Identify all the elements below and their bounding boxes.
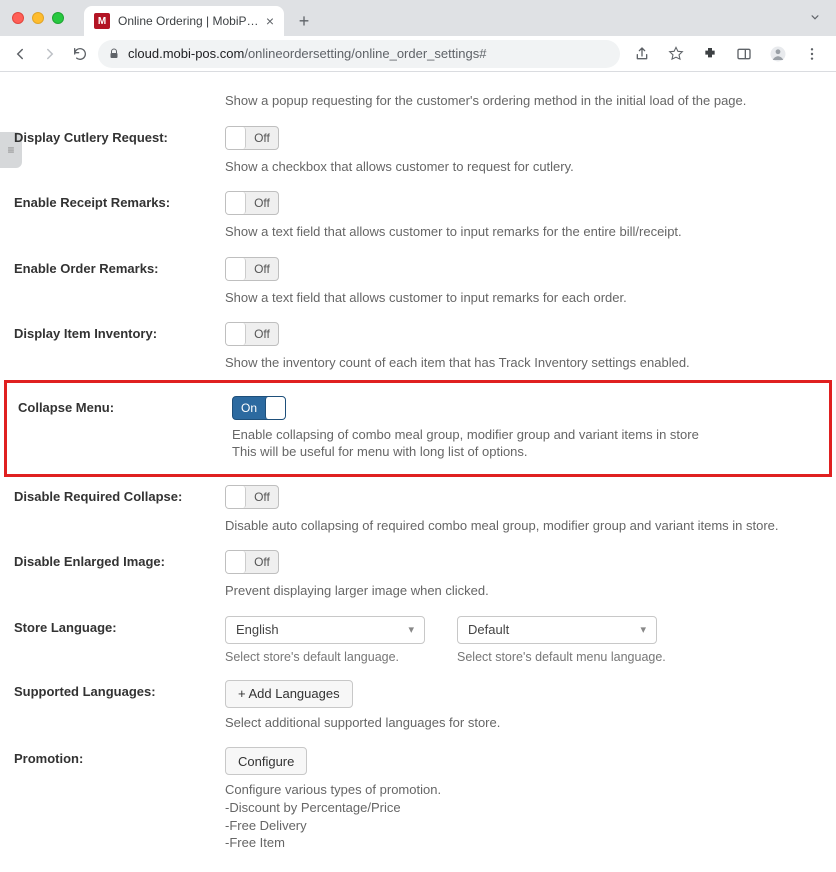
desc-display-cutlery: Show a checkbox that allows customer to … xyxy=(225,158,822,176)
window-controls xyxy=(0,0,76,36)
label-collapse-menu: Collapse Menu: xyxy=(7,396,232,415)
label-disable-enlarged-image: Disable Enlarged Image: xyxy=(0,550,225,569)
select-store-language[interactable]: English▾ xyxy=(225,616,425,644)
tab-list-chevron-icon[interactable] xyxy=(808,10,822,24)
row-disable-enlarged-image: Disable Enlarged Image: Off Prevent disp… xyxy=(0,542,836,608)
url-path: /onlineordersetting/online_order_setting… xyxy=(244,46,486,61)
row-ordering-method-popup: Show a popup requesting for the customer… xyxy=(0,78,836,118)
chevron-down-icon: ▾ xyxy=(408,623,414,636)
minimize-window-icon[interactable] xyxy=(32,12,44,24)
forward-button xyxy=(38,42,62,66)
row-supported-languages: Supported Languages: + Add Languages Sel… xyxy=(0,672,836,740)
desc-promotion: Configure various types of promotion. -D… xyxy=(225,781,822,851)
close-tab-icon[interactable]: × xyxy=(266,13,274,29)
lock-icon xyxy=(108,48,120,60)
browser-chrome: M Online Ordering | MobiPOS × + cloud.mo… xyxy=(0,0,836,72)
close-window-icon[interactable] xyxy=(12,12,24,24)
reload-button[interactable] xyxy=(68,42,92,66)
label-store-language: Store Language: xyxy=(0,616,225,635)
browser-tab[interactable]: M Online Ordering | MobiPOS × xyxy=(84,6,284,36)
tab-strip: M Online Ordering | MobiPOS × + xyxy=(0,0,836,36)
add-languages-button[interactable]: + Add Languages xyxy=(225,680,353,708)
back-button[interactable] xyxy=(8,42,32,66)
desc-disable-required-collapse: Disable auto collapsing of required comb… xyxy=(225,517,822,535)
address-bar[interactable]: cloud.mobi-pos.com/onlineordersetting/on… xyxy=(98,40,620,68)
label-receipt-remarks: Enable Receipt Remarks: xyxy=(0,191,225,210)
help-menu-language: Select store's default menu language. xyxy=(457,650,689,664)
toggle-disable-enlarged-image[interactable]: Off xyxy=(225,550,279,574)
desc-supported-languages: Select additional supported languages fo… xyxy=(225,714,822,732)
desc-collapse-menu: Enable collapsing of combo meal group, m… xyxy=(232,426,815,461)
kebab-menu-icon[interactable] xyxy=(800,42,824,66)
favicon-icon: M xyxy=(94,13,110,29)
tab-title: Online Ordering | MobiPOS xyxy=(118,14,260,28)
toggle-order-remarks[interactable]: Off xyxy=(225,257,279,281)
help-store-language: Select store's default language. xyxy=(225,650,457,664)
url-host: cloud.mobi-pos.com xyxy=(128,46,244,61)
label-supported-languages: Supported Languages: xyxy=(0,680,225,699)
toolbar-right xyxy=(626,42,828,66)
label-disable-required-collapse: Disable Required Collapse: xyxy=(0,485,225,504)
toggle-disable-required-collapse[interactable]: Off xyxy=(225,485,279,509)
desc-disable-enlarged-image: Prevent displaying larger image when cli… xyxy=(225,582,822,600)
toggle-display-cutlery[interactable]: Off xyxy=(225,126,279,150)
new-tab-button[interactable]: + xyxy=(292,9,316,33)
intro-desc: Show a popup requesting for the customer… xyxy=(225,92,822,110)
toggle-receipt-remarks[interactable]: Off xyxy=(225,191,279,215)
toggle-collapse-menu[interactable]: On xyxy=(232,396,286,420)
configure-promotion-button[interactable]: Configure xyxy=(225,747,307,775)
extensions-icon[interactable] xyxy=(698,42,722,66)
chevron-down-icon: ▾ xyxy=(640,623,646,636)
profile-avatar-icon[interactable] xyxy=(766,42,790,66)
row-display-cutlery: Display Cutlery Request: Off Show a chec… xyxy=(0,118,836,184)
settings-content: Show a popup requesting for the customer… xyxy=(0,72,836,872)
desc-item-inventory: Show the inventory count of each item th… xyxy=(225,354,822,372)
highlight-box: Collapse Menu: On Enable collapsing of c… xyxy=(4,380,832,477)
toggle-item-inventory[interactable]: Off xyxy=(225,322,279,346)
row-order-remarks: Enable Order Remarks: Off Show a text fi… xyxy=(0,249,836,315)
row-item-inventory: Display Item Inventory: Off Show the inv… xyxy=(0,314,836,380)
label-item-inventory: Display Item Inventory: xyxy=(0,322,225,341)
row-promotion: Promotion: Configure Configure various t… xyxy=(0,739,836,859)
bookmark-star-icon[interactable] xyxy=(664,42,688,66)
label-order-remarks: Enable Order Remarks: xyxy=(0,257,225,276)
row-store-language: Store Language: English▾ Select store's … xyxy=(0,608,836,672)
share-icon[interactable] xyxy=(630,42,654,66)
label-promotion: Promotion: xyxy=(0,747,225,766)
sidepanel-icon[interactable] xyxy=(732,42,756,66)
desc-receipt-remarks: Show a text field that allows customer t… xyxy=(225,223,822,241)
row-collapse-menu: Collapse Menu: On Enable collapsing of c… xyxy=(7,388,829,469)
fullscreen-window-icon[interactable] xyxy=(52,12,64,24)
desc-order-remarks: Show a text field that allows customer t… xyxy=(225,289,822,307)
label-display-cutlery: Display Cutlery Request: xyxy=(0,126,225,145)
toolbar: cloud.mobi-pos.com/onlineordersetting/on… xyxy=(0,36,836,72)
row-disable-required-collapse: Disable Required Collapse: Off Disable a… xyxy=(0,477,836,543)
row-receipt-remarks: Enable Receipt Remarks: Off Show a text … xyxy=(0,183,836,249)
select-menu-language[interactable]: Default▾ xyxy=(457,616,657,644)
